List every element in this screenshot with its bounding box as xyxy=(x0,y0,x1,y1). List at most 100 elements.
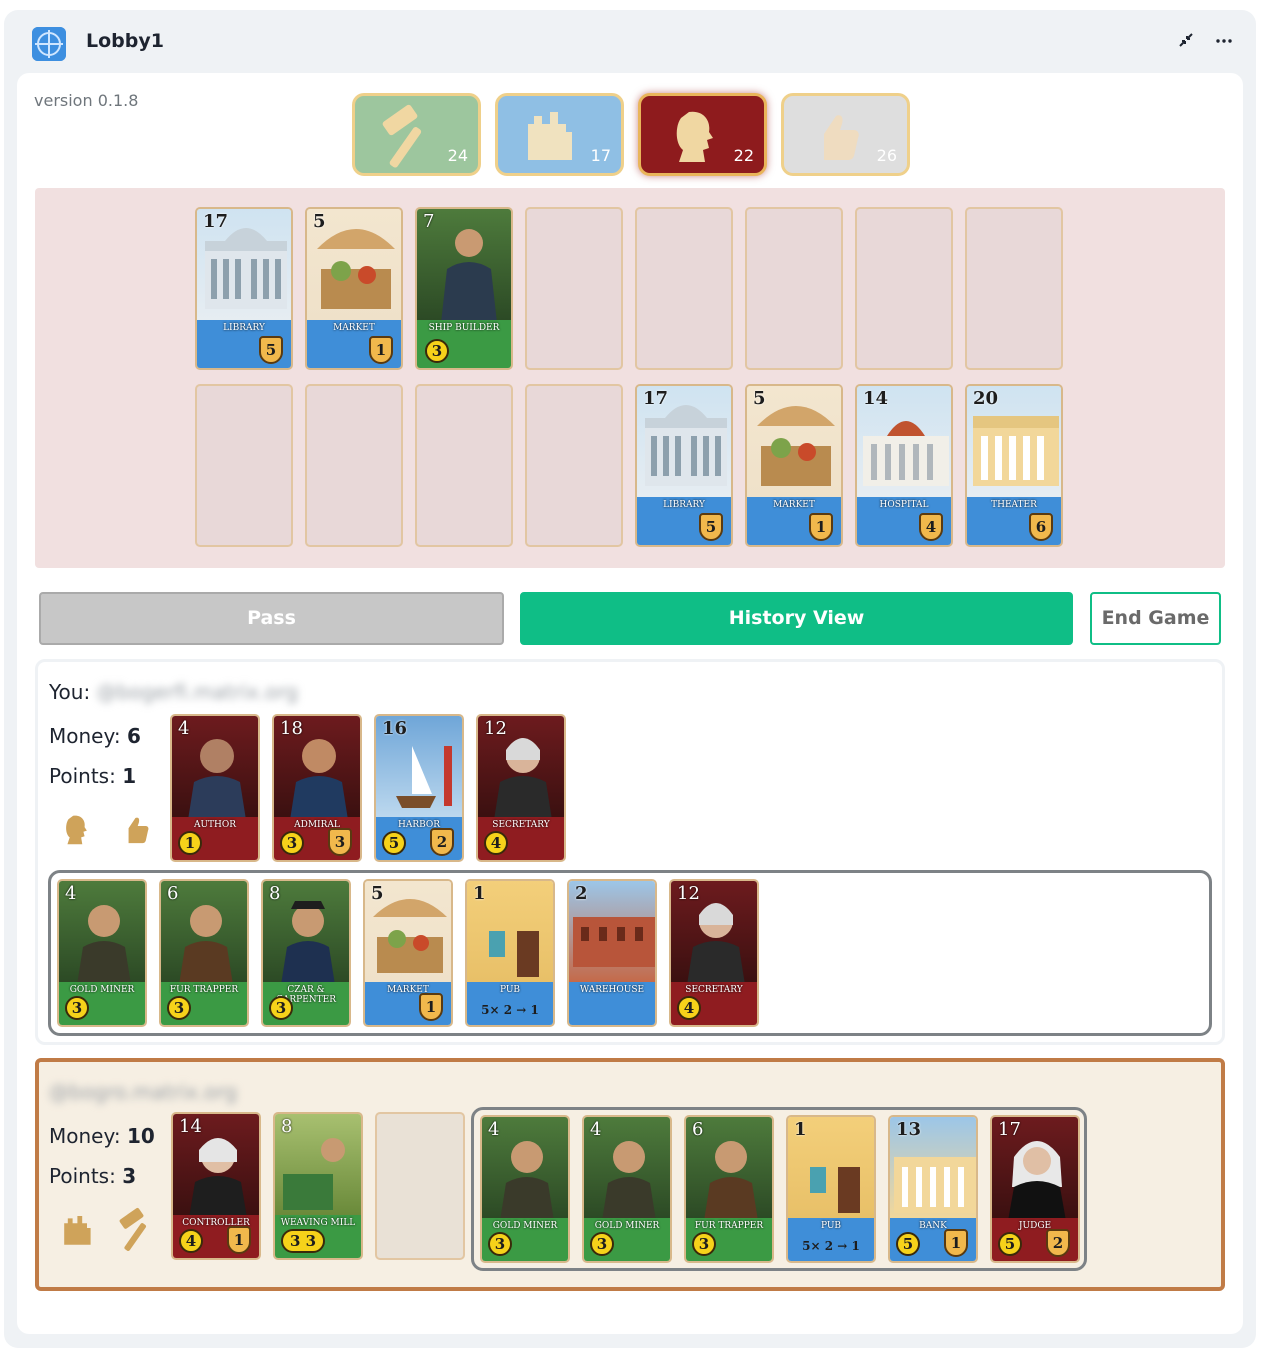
board-card[interactable]: 5 MARKET 1 xyxy=(305,207,403,370)
worker-token-icon xyxy=(119,1207,146,1251)
you-label: You: xyxy=(49,680,91,704)
owned-card[interactable]: 4 GOLD MINER 3 xyxy=(582,1115,672,1263)
window-title: Lobby1 xyxy=(86,30,164,52)
empty-slot xyxy=(305,384,403,547)
card-name: AUTHOR xyxy=(193,820,237,830)
player-panel-you: You: @bogerfi.matrix.org Money: 6 Points… xyxy=(35,659,1225,1045)
points-label: Points: xyxy=(49,1164,116,1188)
card-cost: 8 xyxy=(269,883,281,904)
history-view-button[interactable]: History View xyxy=(520,592,1073,645)
minimize-icon[interactable] xyxy=(1174,30,1198,54)
empty-hand-slot xyxy=(375,1112,465,1260)
player-username: @bogro.matrix.org xyxy=(49,1080,238,1104)
card-cost: 16 xyxy=(382,718,408,739)
card-cost: 5 xyxy=(371,883,384,904)
card-name: GOLD MINER xyxy=(69,985,135,995)
owned-cards-area: 4 GOLD MINER 3 6 FUR TRAPPER 3 8 CZAR & … xyxy=(48,870,1212,1036)
points-shield: 1 xyxy=(809,513,833,541)
hand-card[interactable]: 12 SECRETARY 4 xyxy=(476,714,566,862)
owned-card[interactable]: 8 CZAR & CARPENTER 3 xyxy=(261,879,351,1027)
aristocrat-deck[interactable]: 22 xyxy=(638,93,767,176)
owned-card[interactable]: 1 PUB 5× 2 → 1 xyxy=(465,879,555,1027)
money-coin: 3 xyxy=(488,1232,512,1256)
owned-card[interactable]: 17 JUDGE 5 2 xyxy=(990,1115,1080,1263)
player-name-row: You: @bogerfi.matrix.org xyxy=(49,680,298,704)
empty-slot xyxy=(415,384,513,547)
card-cost: 1 xyxy=(473,883,486,904)
owned-card[interactable]: 2 WAREHOUSE xyxy=(567,879,657,1027)
more-options-icon[interactable] xyxy=(1212,30,1236,54)
card-cost: 8 xyxy=(281,1116,293,1137)
hand-card[interactable]: 18 ADMIRAL 3 3 xyxy=(272,714,362,862)
card-name: SECRETARY xyxy=(492,820,550,830)
card-cost: 4 xyxy=(488,1119,500,1140)
deck-count: 24 xyxy=(447,146,468,165)
aristocrat-head-icon xyxy=(676,111,713,162)
board-card[interactable]: 17 LIBRARY 5 xyxy=(635,384,733,547)
points-shield: 1 xyxy=(944,1229,968,1257)
card-name: GOLD MINER xyxy=(492,1221,558,1231)
deck-count: 17 xyxy=(590,146,611,165)
owned-card[interactable]: 4 GOLD MINER 3 xyxy=(480,1115,570,1263)
board-card[interactable]: 17 LIBRARY 5 xyxy=(195,207,293,370)
money-row: Money: 10 xyxy=(49,1124,155,1148)
player-panel-opponent: @bogro.matrix.org Money: 10 Points: 3 1 4 xyxy=(35,1058,1225,1291)
player-username: @bogerfi.matrix.org xyxy=(96,680,299,704)
points-row: Points: 1 xyxy=(49,764,136,788)
points-shield: 1 xyxy=(419,993,443,1021)
points-value: 1 xyxy=(122,764,137,788)
board-card[interactable]: 7 SHIP BUILDER 3 xyxy=(415,207,513,370)
building-deck[interactable]: 17 xyxy=(495,93,624,176)
empty-slot xyxy=(745,207,843,370)
card-cost: 17 xyxy=(643,388,669,409)
hand-card[interactable]: 14 CONTROLLER 4 1 xyxy=(171,1112,261,1260)
owned-card[interactable]: 13 BANK 5 1 xyxy=(888,1115,978,1263)
owned-card[interactable]: 5 MARKET 1 xyxy=(363,879,453,1027)
card-name: HOSPITAL xyxy=(879,500,929,510)
points-shield: 5 xyxy=(259,336,283,364)
board-card[interactable]: 14 HOSPITAL 4 xyxy=(855,384,953,547)
hand-card[interactable]: 4 AUTHOR 1 xyxy=(170,714,260,862)
card-cost: 17 xyxy=(203,211,229,232)
money-coin: 3 xyxy=(65,996,89,1020)
empty-slot xyxy=(525,384,623,547)
points-shield: 1 xyxy=(369,336,393,364)
owned-card[interactable]: 12 SECRETARY 4 xyxy=(669,879,759,1027)
money-value: 10 xyxy=(126,1124,155,1148)
version-label: version 0.1.8 xyxy=(34,91,139,110)
owned-card[interactable]: 6 FUR TRAPPER 3 xyxy=(684,1115,774,1263)
trading-deck[interactable]: 26 xyxy=(781,93,910,176)
card-cost: 1 xyxy=(794,1119,807,1140)
owned-card[interactable]: 6 FUR TRAPPER 3 xyxy=(159,879,249,1027)
card-cost: 13 xyxy=(896,1119,922,1140)
money-label: Money: xyxy=(49,1124,121,1148)
card-cost: 2 xyxy=(575,883,588,904)
owned-card[interactable]: 1 PUB 5× 2 → 1 xyxy=(786,1115,876,1263)
hand-card[interactable]: 16 HARBOR 5 2 xyxy=(374,714,464,862)
worker-deck[interactable]: 24 xyxy=(352,93,481,176)
building-token-icon xyxy=(64,1216,91,1245)
card-cost: 18 xyxy=(280,718,303,739)
card-cost: 17 xyxy=(998,1119,1021,1140)
hand-card[interactable]: 8 WEAVING MILL 3 3 xyxy=(273,1112,363,1260)
money-coin: 5 xyxy=(382,831,406,855)
card-cost: 4 xyxy=(178,718,190,739)
owned-card[interactable]: 4 GOLD MINER 3 xyxy=(57,879,147,1027)
card-cost: 6 xyxy=(692,1119,704,1140)
money-value: 6 xyxy=(126,724,141,748)
card-cost: 6 xyxy=(167,883,179,904)
card-name: THEATER xyxy=(991,500,1037,510)
money-coin: 4 xyxy=(677,996,701,1020)
points-shield: 6 xyxy=(1029,513,1053,541)
board-card[interactable]: 5 MARKET 1 xyxy=(745,384,843,547)
card-name: MARKET xyxy=(333,323,375,333)
card-cost: 4 xyxy=(65,883,77,904)
card-market-board: 17 LIBRARY 5 5 MARKET 1 7 SHIP BUILDER 3 xyxy=(35,188,1225,568)
trading-token-icon xyxy=(128,817,149,844)
money-coin: 3 xyxy=(269,996,293,1020)
end-game-button[interactable]: End Game xyxy=(1090,592,1221,645)
board-card[interactable]: 20 THEATER 6 xyxy=(965,384,1063,547)
title-bar: Lobby1 xyxy=(4,10,1256,74)
app-window: Lobby1 version 0.1.8 24 17 22 26 17 LIBR… xyxy=(4,10,1256,1348)
pass-button[interactable]: Pass xyxy=(39,592,504,645)
